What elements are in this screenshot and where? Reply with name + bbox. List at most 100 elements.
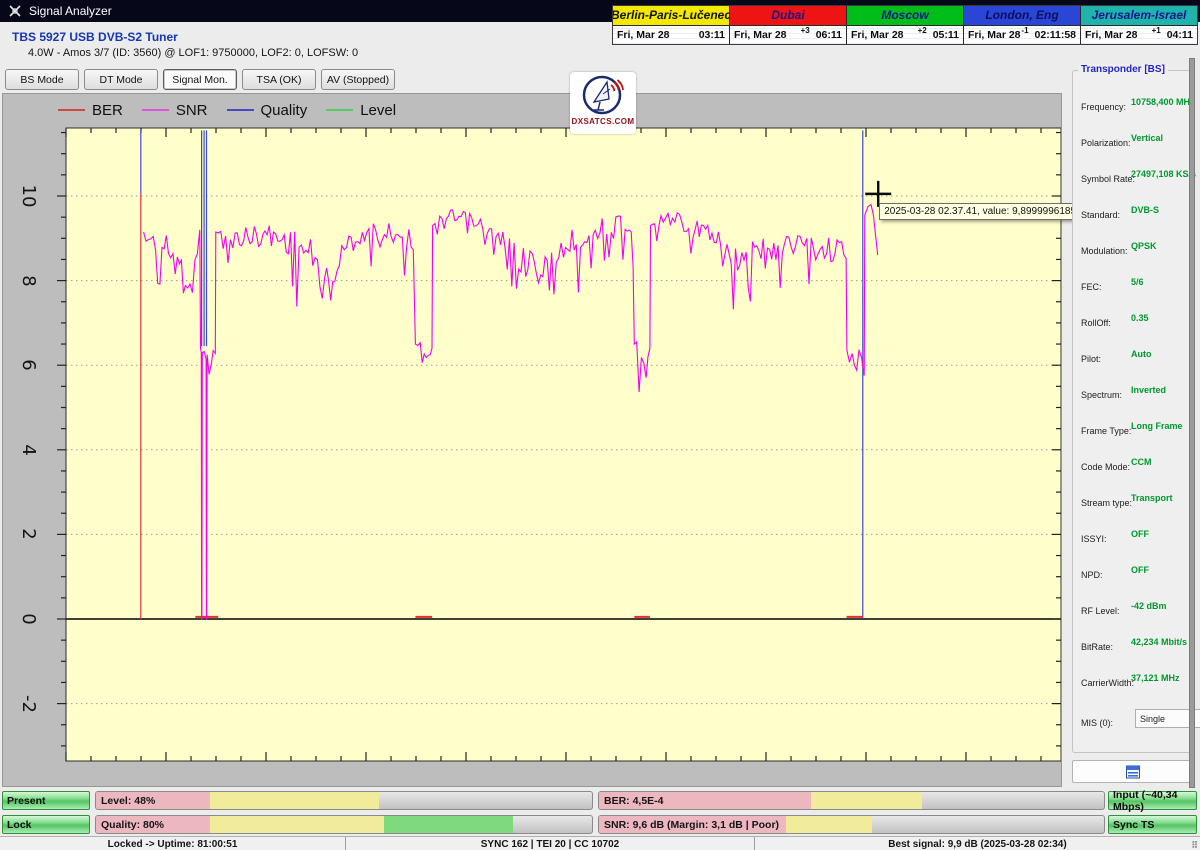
indicator-bar-level: Level: 48% bbox=[95, 791, 593, 810]
y-tick-label: 10 bbox=[11, 178, 47, 214]
transponder-row: Standard:DVB-S bbox=[1081, 205, 1120, 219]
clock-column: Dubai Fri, Mar 28+3 06:11 bbox=[730, 6, 847, 44]
transponder-field-label: FEC: bbox=[1081, 282, 1102, 292]
clock-time-row: Fri, Mar 28+1 04:11 bbox=[1081, 26, 1197, 45]
clock-date: Fri, Mar 28 bbox=[1085, 29, 1152, 41]
transponder-field-label: Code Mode: bbox=[1081, 462, 1130, 472]
transponder-row: Modulation:QPSK bbox=[1081, 241, 1128, 255]
statusbar: Locked -> Uptime: 81:00:51 SYNC 162 | TE… bbox=[0, 836, 1200, 850]
transponder-row: Symbol Rate:27497,108 KS/s bbox=[1081, 169, 1135, 183]
transponder-field-label: Pilot: bbox=[1081, 354, 1101, 364]
dxsatcs-logo: DXSATCS.COM bbox=[570, 72, 636, 134]
clock-time: 04:11 bbox=[1167, 29, 1193, 41]
transponder-field-value: Transport bbox=[1131, 493, 1173, 503]
transponder-row: ISSYI:OFF bbox=[1081, 529, 1107, 543]
transponder-field-label: NPD: bbox=[1081, 570, 1103, 580]
indicator-bar-ber: BER: 4,5E-4 bbox=[598, 791, 1105, 810]
transponder-row: NPD:OFF bbox=[1081, 565, 1103, 579]
bar-zone bbox=[210, 792, 379, 809]
y-tick-label: 4 bbox=[11, 432, 47, 468]
clock-time: 05:11 bbox=[933, 29, 959, 41]
signal-analyzer-window: Signal Analyzer TBS 5927 USB DVB-S2 Tune… bbox=[0, 0, 1200, 850]
transponder-field-value: 10758,400 MHz bbox=[1131, 97, 1195, 107]
clock-utc-offset: +2 bbox=[918, 26, 927, 35]
status-badge-present: Present bbox=[2, 791, 90, 810]
chart-canvas bbox=[3, 94, 1061, 786]
logo-text: DXSATCS.COM bbox=[572, 117, 635, 126]
transponder-field-value: 0.35 bbox=[1131, 313, 1149, 323]
satellite-dish-icon bbox=[580, 72, 626, 118]
tab-tsa-ok-[interactable]: TSA (OK) bbox=[242, 69, 316, 90]
transponder-field-value: -42 dBm bbox=[1131, 601, 1167, 611]
statusbar-best-signal: Best signal: 9,9 dB (2025-03-28 02:34) bbox=[755, 837, 1200, 850]
tab-av-stopped-[interactable]: AV (Stopped) bbox=[321, 69, 395, 90]
transponder-row: Frequency:10758,400 MHz bbox=[1081, 97, 1126, 111]
transponder-row: CarrierWidth:37,121 MHz bbox=[1081, 673, 1134, 687]
clock-date: Fri, Mar 28 bbox=[968, 29, 1021, 41]
clock-time-row: Fri, Mar 28+205:11 bbox=[847, 26, 963, 45]
clock-utc-offset: +1 bbox=[1152, 26, 1161, 35]
disk-icon bbox=[1125, 765, 1141, 779]
clock-city-name: Berlin-Paris-Lučenec bbox=[613, 6, 729, 26]
clock-column: London, EngFri, Mar 28-102:11:58 bbox=[964, 6, 1081, 44]
mis-value: Single bbox=[1140, 714, 1165, 724]
bar-label: SNR: 9,6 dB (Margin: 3,1 dB | Poor) bbox=[604, 816, 779, 833]
transponder-field-label: Frequency: bbox=[1081, 102, 1126, 112]
transponder-field-value: OFF bbox=[1131, 529, 1149, 539]
app-icon bbox=[8, 4, 22, 18]
statusbar-lock-uptime: Locked -> Uptime: 81:00:51 bbox=[0, 837, 346, 850]
tuner-name: TBS 5927 USB DVB-S2 Tuner bbox=[12, 30, 178, 44]
resize-grip[interactable]: ⠿ bbox=[1191, 840, 1199, 850]
tab-dt-mode[interactable]: DT Mode bbox=[84, 69, 158, 90]
clock-city-name: Dubai bbox=[730, 6, 846, 26]
bar-zone bbox=[384, 816, 513, 833]
clock-time: 03:11 bbox=[699, 29, 725, 41]
clock-column: Jerusalem-Israel Fri, Mar 28+1 04:11 bbox=[1081, 6, 1197, 44]
bar-label: BER: 4,5E-4 bbox=[604, 792, 664, 809]
transponder-row: BitRate:42,234 Mbit/s bbox=[1081, 637, 1113, 651]
bar-zone bbox=[210, 816, 384, 833]
transponder-field-value: 42,234 Mbit/s bbox=[1131, 637, 1187, 647]
panel-scrollbar[interactable] bbox=[1189, 58, 1195, 788]
transponder-field-label: Frame Type: bbox=[1081, 426, 1131, 436]
transponder-field-value: OFF bbox=[1131, 565, 1149, 575]
transponder-field-label: Stream type: bbox=[1081, 498, 1132, 508]
transponder-row: Polarization:Vertical bbox=[1081, 133, 1131, 147]
transponder-row: FEC:5/6 bbox=[1081, 277, 1102, 291]
tab-bar: BS ModeDT ModeSignal Mon.TSA (OK)AV (Sto… bbox=[5, 69, 395, 90]
transponder-panel-title: Transponder [BS] bbox=[1078, 64, 1168, 75]
transponder-row: RF Level:-42 dBm bbox=[1081, 601, 1120, 615]
chart-tooltip: 2025-03-28 02.37.41, value: 9,8999996185… bbox=[879, 203, 1104, 220]
y-tick-label: 2 bbox=[11, 516, 47, 552]
clock-utc-offset: -1 bbox=[1021, 26, 1028, 35]
transponder-field-value: DVB-S bbox=[1131, 205, 1159, 215]
clock-time: 06:11 bbox=[816, 29, 842, 41]
y-tick-label: 6 bbox=[11, 347, 47, 383]
transponder-field-value: CCM bbox=[1131, 457, 1152, 467]
transponder-field-label: Modulation: bbox=[1081, 246, 1128, 256]
transponder-panel: Frequency:10758,400 MHzPolarization:Vert… bbox=[1072, 70, 1194, 753]
clock-date: Fri, Mar 28 bbox=[734, 29, 801, 41]
transponder-field-value: Vertical bbox=[1131, 133, 1163, 143]
clock-time-row: Fri, Mar 2803:11 bbox=[613, 26, 729, 45]
indicator-bar-snr: SNR: 9,6 dB (Margin: 3,1 dB | Poor) bbox=[598, 815, 1105, 834]
statusbar-sync-counters: SYNC 162 | TEI 20 | CC 10702 bbox=[346, 837, 755, 850]
transponder-field-label: Standard: bbox=[1081, 210, 1120, 220]
bar-zone bbox=[786, 816, 872, 833]
transponder-field-value: 5/6 bbox=[1131, 277, 1144, 287]
clock-column: Berlin-Paris-LučenecFri, Mar 2803:11 bbox=[613, 6, 730, 44]
bar-zone bbox=[811, 792, 922, 809]
transponder-save-button[interactable] bbox=[1072, 760, 1194, 783]
transponder-field-value: Auto bbox=[1131, 349, 1152, 359]
transponder-field-label: BitRate: bbox=[1081, 642, 1113, 652]
transponder-field-label: RF Level: bbox=[1081, 606, 1120, 616]
signal-chart: BERSNRQualityLevel 1086420-2 2025-03-28 … bbox=[2, 93, 1062, 787]
clock-utc-offset: +3 bbox=[801, 26, 810, 35]
clock-city-name: Jerusalem-Israel bbox=[1081, 6, 1197, 26]
tab-bs-mode[interactable]: BS Mode bbox=[5, 69, 79, 90]
clock-city-name: Moscow bbox=[847, 6, 963, 26]
clock-time-row: Fri, Mar 28+3 06:11 bbox=[730, 26, 846, 45]
transponder-row: RollOff:0.35 bbox=[1081, 313, 1111, 327]
tab-signal-mon-[interactable]: Signal Mon. bbox=[163, 69, 237, 90]
world-clock-panel: Berlin-Paris-LučenecFri, Mar 2803:11Duba… bbox=[612, 5, 1198, 45]
